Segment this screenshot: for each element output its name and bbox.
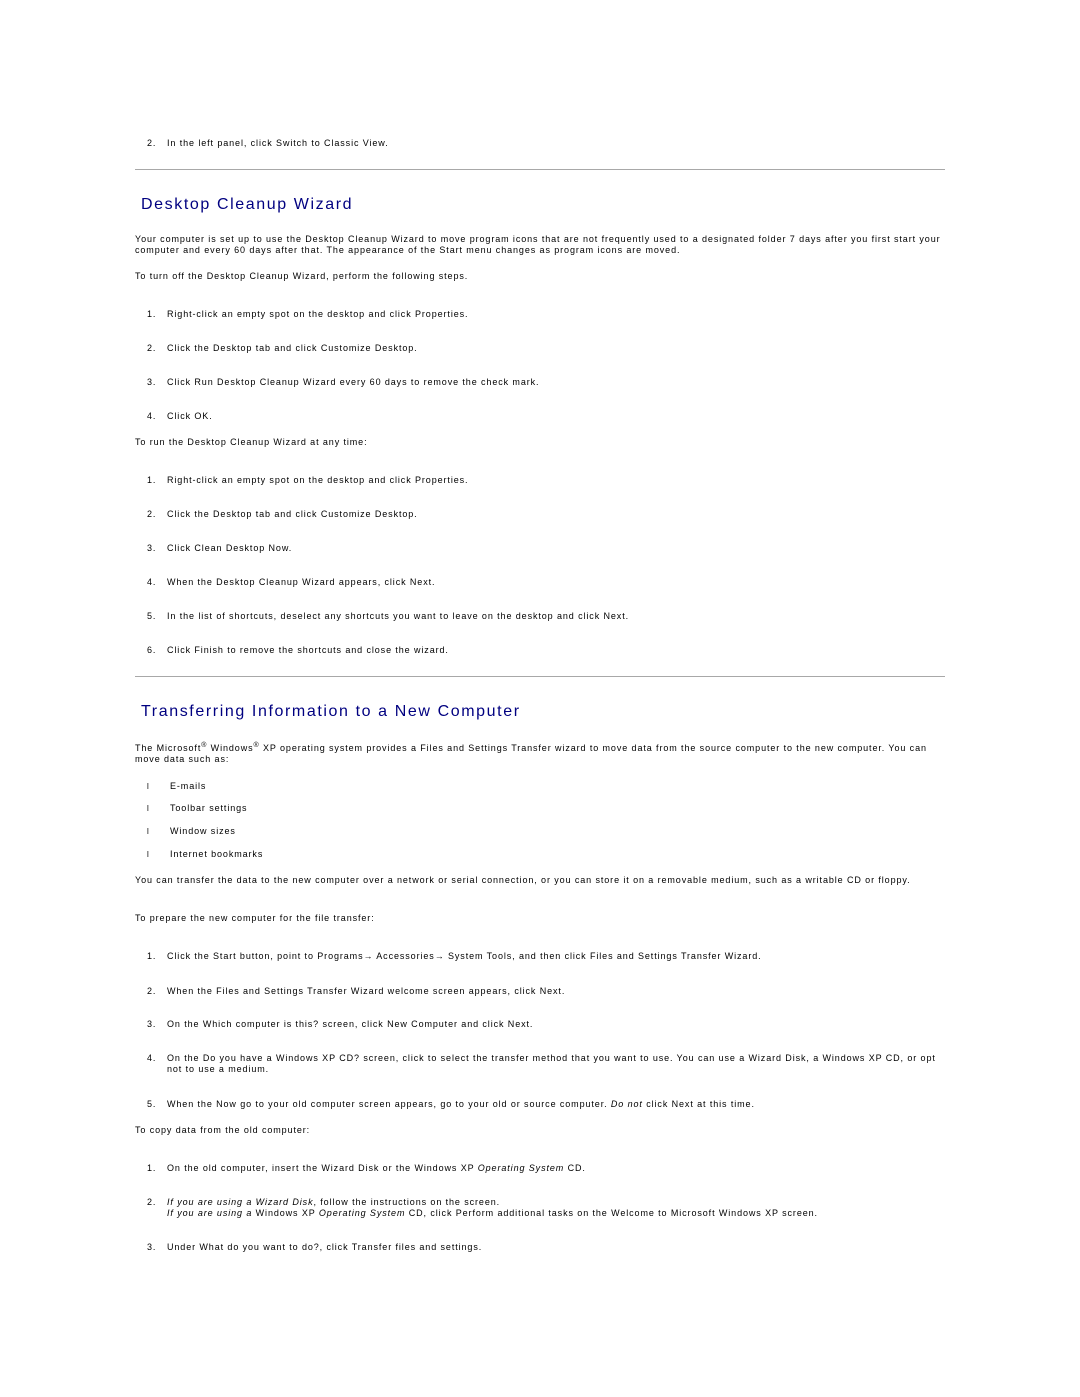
step-number: 6. — [147, 645, 157, 655]
step-text: On the Do you have a Windows XP CD? scre… — [167, 1053, 936, 1074]
prepare-lead: To prepare the new computer for the file… — [135, 913, 375, 923]
step-text: Click the Start button, point to Program… — [167, 951, 762, 961]
copy-lead: To copy data from the old computer: — [135, 1125, 311, 1135]
step-text: On the old computer, insert the Wizard D… — [167, 1163, 586, 1173]
step-number: 5. — [147, 611, 157, 621]
step-number: 2. — [147, 509, 157, 519]
step-number: 4. — [147, 577, 157, 587]
step-text: Click the Desktop tab and click Customiz… — [167, 509, 418, 519]
step-number: 3. — [147, 1019, 157, 1029]
step-text: In the list of shortcuts, deselect any s… — [167, 611, 629, 621]
intro-paragraph: The Microsoft® Windows® XP operating sys… — [135, 742, 927, 764]
intro-paragraph: Your computer is set up to use the Deskt… — [135, 234, 941, 255]
section-heading-transferring: Transferring Information to a New Comput… — [141, 703, 521, 720]
step-text: Right-click an empty spot on the desktop… — [167, 309, 469, 319]
step-number: 1. — [147, 475, 157, 485]
step-text: Click Finish to remove the shortcuts and… — [167, 645, 449, 655]
step-number: 1. — [147, 1163, 157, 1173]
step-text: Click Clean Desktop Now. — [167, 543, 293, 553]
step-number: 3. — [147, 1242, 157, 1252]
transfer-paragraph: You can transfer the data to the new com… — [135, 875, 911, 885]
step-number: 2. — [147, 343, 157, 353]
section-heading-desktop-cleanup: Desktop Cleanup Wizard — [141, 196, 354, 213]
step-number: 3. — [147, 377, 157, 387]
step-number: 4. — [147, 411, 157, 421]
step-number: 1. — [147, 951, 157, 961]
step-text: Click Run Desktop Cleanup Wizard every 6… — [167, 377, 540, 387]
step-text: Right-click an empty spot on the desktop… — [167, 475, 469, 485]
step-number: 2. — [147, 986, 157, 996]
bullet-icon: l — [147, 782, 150, 791]
step-text: If you are using a Wizard Disk, follow t… — [167, 1197, 818, 1218]
bullet-icon: l — [147, 804, 150, 813]
step-number: 3. — [147, 543, 157, 553]
section-divider — [135, 676, 945, 677]
step-number: 1. — [147, 309, 157, 319]
step-number: 2. — [147, 1197, 157, 1207]
step-text: When the Files and Settings Transfer Wiz… — [167, 986, 566, 996]
step-text: When the Desktop Cleanup Wizard appears,… — [167, 577, 436, 587]
bullet-icon: l — [147, 827, 150, 836]
turn-off-lead: To turn off the Desktop Cleanup Wizard, … — [135, 271, 469, 281]
step-number: 4. — [147, 1053, 157, 1063]
step-number: 5. — [147, 1099, 157, 1109]
step-text: In the left panel, click Switch to Class… — [167, 138, 389, 148]
bullet-icon: l — [147, 850, 150, 859]
step-text: When the Now go to your old computer scr… — [167, 1099, 755, 1109]
step-text: On the Which computer is this? screen, c… — [167, 1019, 534, 1029]
step-text: Click the Desktop tab and click Customiz… — [167, 343, 418, 353]
step-text: Under What do you want to do?, click Tra… — [167, 1242, 483, 1252]
step-text: Click OK. — [167, 411, 213, 421]
step-number: 2. — [147, 138, 157, 148]
run-lead: To run the Desktop Cleanup Wizard at any… — [135, 437, 368, 447]
section-divider — [135, 169, 945, 170]
